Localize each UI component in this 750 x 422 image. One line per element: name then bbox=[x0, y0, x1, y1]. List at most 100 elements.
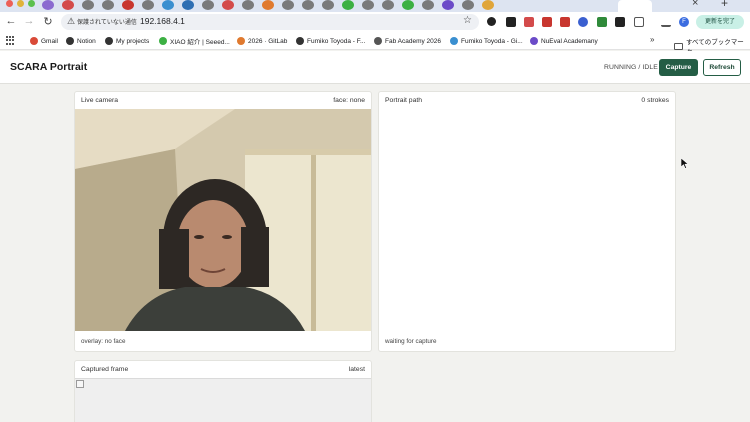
extension-icon[interactable] bbox=[578, 17, 588, 27]
live-camera-card: Live camera face: none overlay: no face bbox=[74, 91, 372, 352]
maximize-window-button[interactable] bbox=[28, 0, 35, 7]
live-camera-title: Live camera bbox=[81, 97, 119, 104]
refresh-button[interactable]: Refresh bbox=[703, 59, 741, 76]
tab-favicon[interactable] bbox=[402, 0, 414, 10]
bookmark-item[interactable]: Fab Academy 2026 bbox=[374, 34, 441, 48]
pdf-extension-icon[interactable] bbox=[560, 17, 570, 27]
update-button[interactable]: 更新を完了 bbox=[696, 15, 744, 29]
bookmark-label: Notion bbox=[77, 37, 96, 45]
active-tab[interactable] bbox=[618, 0, 652, 12]
captured-frame-title: Captured frame bbox=[81, 366, 129, 373]
new-tab-icon[interactable]: + bbox=[721, 0, 728, 10]
close-tab-icon[interactable]: × bbox=[692, 0, 698, 9]
bookmark-icon bbox=[530, 37, 538, 45]
tab-favicon[interactable] bbox=[122, 0, 134, 10]
frame-label: latest bbox=[348, 366, 365, 373]
mouse-cursor-icon bbox=[681, 158, 689, 169]
url-text[interactable]: 192.168.4.1 bbox=[140, 16, 185, 26]
tab-favicon[interactable] bbox=[362, 0, 374, 10]
tab-favicon[interactable] bbox=[222, 0, 234, 10]
terminal-extension-icon[interactable] bbox=[615, 17, 625, 27]
stroke-count: 0 strokes bbox=[641, 97, 669, 104]
portrait-path-card: Portrait path 0 strokes waiting for capt… bbox=[378, 91, 676, 352]
bookmark-item[interactable]: Fumiko Toyoda - F... bbox=[296, 34, 365, 48]
bookmark-item[interactable]: Fumiko Toyoda - Gi... bbox=[450, 34, 523, 48]
github-icon bbox=[296, 37, 304, 45]
forward-icon[interactable]: → bbox=[22, 15, 36, 27]
browser-toolbar: ← → ↻ ⚠ 保護されていない通信 192.168.4.1 ☆ F 更新を完了 bbox=[0, 12, 750, 32]
tab-favicon[interactable] bbox=[202, 0, 214, 10]
minimize-window-button[interactable] bbox=[17, 0, 24, 7]
address-bar[interactable]: ⚠ 保護されていない通信 192.168.4.1 ☆ bbox=[61, 14, 479, 30]
tab-favicon[interactable] bbox=[322, 0, 334, 10]
tab-favicon[interactable] bbox=[182, 0, 194, 10]
face-status: face: none bbox=[333, 97, 365, 104]
tab-favicon[interactable] bbox=[42, 0, 54, 10]
seeed-icon bbox=[159, 37, 167, 45]
tab-favicon[interactable] bbox=[442, 0, 454, 10]
bookmark-label: Fumiko Toyoda - F... bbox=[307, 37, 366, 45]
tab-favicon[interactable] bbox=[382, 0, 394, 10]
tab-favicon[interactable] bbox=[102, 0, 114, 10]
gitlab-icon bbox=[237, 37, 245, 45]
bookmark-label: Gmail bbox=[41, 37, 58, 45]
tab-favicon[interactable] bbox=[282, 0, 294, 10]
extension-icon[interactable] bbox=[524, 17, 534, 27]
security-label[interactable]: 保護されていない通信 bbox=[77, 17, 137, 26]
bookmark-icon bbox=[105, 37, 113, 45]
bookmark-item[interactable]: 2026 · GitLab bbox=[237, 34, 287, 48]
tab-favicon[interactable] bbox=[82, 0, 94, 10]
bookmark-label: My projects bbox=[116, 37, 150, 45]
downloads-icon[interactable] bbox=[661, 17, 671, 27]
fab-academy-icon bbox=[374, 37, 382, 45]
profile-avatar[interactable]: F bbox=[679, 17, 689, 27]
browser-tab-strip: × + bbox=[0, 0, 750, 12]
bookmark-item[interactable]: Notion bbox=[66, 34, 96, 48]
capture-status: waiting for capture bbox=[385, 338, 437, 345]
bookmark-item[interactable]: NuEval Academany bbox=[530, 34, 598, 48]
tab-favicon[interactable] bbox=[342, 0, 354, 10]
app-title: SCARA Portrait bbox=[10, 61, 88, 73]
camera-feed-image bbox=[75, 109, 371, 331]
tab-favicon[interactable] bbox=[62, 0, 74, 10]
youtube-extension-icon[interactable] bbox=[542, 17, 552, 27]
tab-favicons[interactable] bbox=[42, 0, 498, 10]
bookmark-item[interactable]: My projects bbox=[105, 34, 149, 48]
bookmark-label: Fab Academy 2026 bbox=[385, 37, 442, 45]
tab-favicon[interactable] bbox=[262, 0, 274, 10]
camera-feed bbox=[75, 109, 371, 331]
tab-favicon[interactable] bbox=[482, 0, 494, 10]
reload-icon[interactable]: ↻ bbox=[41, 15, 55, 28]
tab-favicon[interactable] bbox=[242, 0, 254, 10]
extension-icon[interactable] bbox=[506, 17, 516, 27]
bookmark-star-icon[interactable]: ☆ bbox=[463, 15, 472, 26]
warning-icon[interactable]: ⚠ bbox=[67, 16, 75, 27]
broken-image-icon bbox=[76, 380, 84, 388]
tab-favicon[interactable] bbox=[462, 0, 474, 10]
apps-grid-icon[interactable] bbox=[6, 36, 15, 45]
extensions-puzzle-icon[interactable] bbox=[634, 17, 644, 27]
download-extension-icon[interactable] bbox=[597, 17, 607, 27]
portrait-path-canvas bbox=[379, 109, 675, 331]
tab-favicon[interactable] bbox=[422, 0, 434, 10]
bookmark-label: 2026 · GitLab bbox=[248, 37, 288, 45]
back-icon[interactable]: ← bbox=[4, 15, 18, 27]
bookmark-icon bbox=[450, 37, 458, 45]
close-window-button[interactable] bbox=[6, 0, 13, 7]
pen-extension-icon[interactable] bbox=[487, 17, 496, 26]
bookmark-item[interactable]: XIAO 紹介 | Seeed... bbox=[159, 34, 230, 48]
capture-button[interactable]: Capture bbox=[659, 59, 698, 76]
bookmarks-bar: Gmail Notion My projects XIAO 紹介 | Seeed… bbox=[0, 32, 750, 56]
tab-favicon[interactable] bbox=[162, 0, 174, 10]
portrait-path-title: Portrait path bbox=[385, 97, 423, 104]
bookmark-label: Fumiko Toyoda - Gi... bbox=[461, 37, 523, 45]
captured-frame-card: Captured frame latest bbox=[74, 360, 372, 422]
bookmark-label: NuEval Academany bbox=[541, 37, 598, 45]
bookmark-label: XIAO 紹介 | Seeed... bbox=[170, 39, 230, 46]
tab-favicon[interactable] bbox=[142, 0, 154, 10]
gmail-icon bbox=[30, 37, 38, 45]
more-bookmarks-button[interactable]: » bbox=[650, 35, 654, 44]
bookmark-item[interactable]: Gmail bbox=[30, 34, 58, 48]
tab-favicon[interactable] bbox=[302, 0, 314, 10]
app-header: SCARA Portrait RUNNING / IDLE Capture Re… bbox=[0, 51, 750, 84]
